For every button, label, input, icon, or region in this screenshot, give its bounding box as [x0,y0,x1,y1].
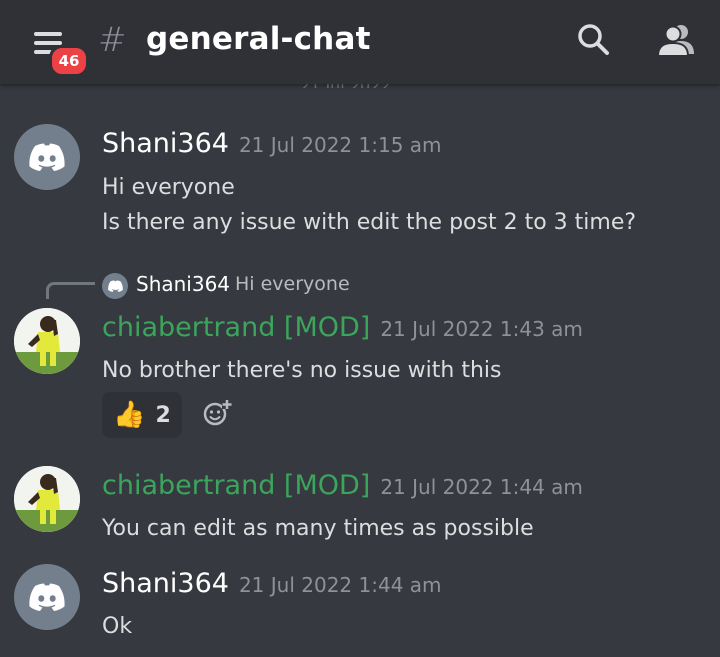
message-timestamp: 21 Jul 2022 1:43 am [380,317,583,341]
reply-author[interactable]: Shani364 [136,272,230,296]
members-icon[interactable] [656,22,696,62]
message-author[interactable]: chiabertrand [MOD] 21 Jul 2022 1:43 am [102,312,583,343]
notification-badge: 46 [49,45,89,77]
channel-header: 46 # general-chat [0,0,720,84]
message-author[interactable]: Shani364 21 Jul 2022 1:44 am [102,568,442,599]
reaction-count: 2 [155,402,171,428]
discord-logo-icon [29,583,65,611]
channel-hash-icon: # [98,20,127,60]
avatar[interactable] [14,308,80,374]
message-text: Hi everyone [102,175,235,200]
message-text: Ok [102,614,133,639]
avatar[interactable] [14,124,80,190]
discord-logo-icon [107,280,123,292]
reply-preview[interactable]: Hi everyone [235,273,350,295]
thumbs-up-icon: 👍 [113,400,146,430]
channel-name: general-chat [146,21,371,57]
message-text: Is there any issue with edit the post 2 … [102,210,637,235]
reaction-thumbs-up[interactable]: 👍 2 [102,392,182,438]
discord-logo-icon [29,143,65,171]
reply-connector [46,282,95,299]
message-text: No brother there's no issue with this [102,358,502,383]
message-timestamp: 21 Jul 2022 1:15 am [238,133,442,157]
author-name[interactable]: chiabertrand [MOD] [102,470,370,501]
user-photo [14,308,80,374]
avatar[interactable] [14,564,80,630]
message-text: You can edit as many times as possible [102,516,534,541]
message-timestamp: 21 Jul 2022 1:44 am [380,475,583,499]
user-photo [14,466,80,532]
search-icon[interactable] [576,22,612,62]
add-reaction-icon[interactable] [202,398,232,432]
author-name[interactable]: chiabertrand [MOD] [102,312,370,343]
message-author[interactable]: Shani364 21 Jul 2022 1:15 am [102,128,442,159]
message-timestamp: 21 Jul 2022 1:44 am [238,573,442,597]
reply-avatar[interactable] [102,273,128,299]
avatar[interactable] [14,466,80,532]
message-author[interactable]: chiabertrand [MOD] 21 Jul 2022 1:44 am [102,470,583,501]
author-name[interactable]: Shani364 [102,568,229,599]
author-name[interactable]: Shani364 [102,128,229,159]
